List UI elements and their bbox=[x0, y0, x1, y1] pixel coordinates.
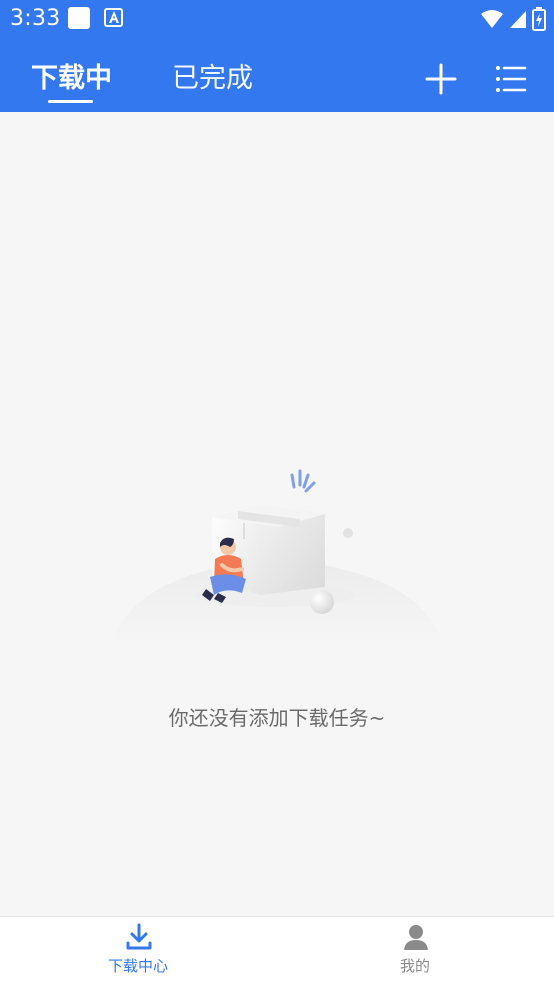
bottom-navigation: 下载中心 我的 bbox=[0, 916, 554, 984]
download-list-area: 你还没有添加下载任务~ bbox=[0, 112, 554, 916]
active-tab-indicator bbox=[48, 100, 93, 103]
nav-mine-label: 我的 bbox=[399, 957, 430, 975]
empty-box-illustration bbox=[112, 469, 442, 645]
status-indicators bbox=[476, 7, 546, 31]
empty-state-message: 你还没有添加下载任务~ bbox=[168, 706, 386, 730]
wifi-icon bbox=[481, 10, 503, 28]
list-menu-icon[interactable] bbox=[494, 62, 528, 96]
nav-download-center[interactable]: 下载中心 bbox=[78, 917, 198, 984]
status-time: 3:33 bbox=[10, 6, 61, 31]
plus-icon[interactable] bbox=[424, 62, 458, 96]
cellular-signal-icon bbox=[510, 11, 526, 28]
nav-download-center-label: 下载中心 bbox=[107, 957, 168, 975]
notification-a-icon bbox=[104, 8, 123, 27]
tab-completed[interactable]: 已完成 bbox=[172, 56, 253, 95]
download-icon bbox=[126, 923, 152, 950]
tab-downloading[interactable]: 下载中 bbox=[31, 56, 112, 95]
status-bar: 3:33 bbox=[0, 0, 554, 38]
nav-mine[interactable]: 我的 bbox=[355, 917, 475, 984]
app-header: 3:33 下载中 已完成 bbox=[0, 0, 554, 112]
tab-bar: 下载中 已完成 bbox=[0, 38, 554, 112]
notification-square-icon bbox=[68, 7, 90, 29]
battery-icon bbox=[532, 7, 546, 31]
person-icon bbox=[404, 925, 428, 950]
